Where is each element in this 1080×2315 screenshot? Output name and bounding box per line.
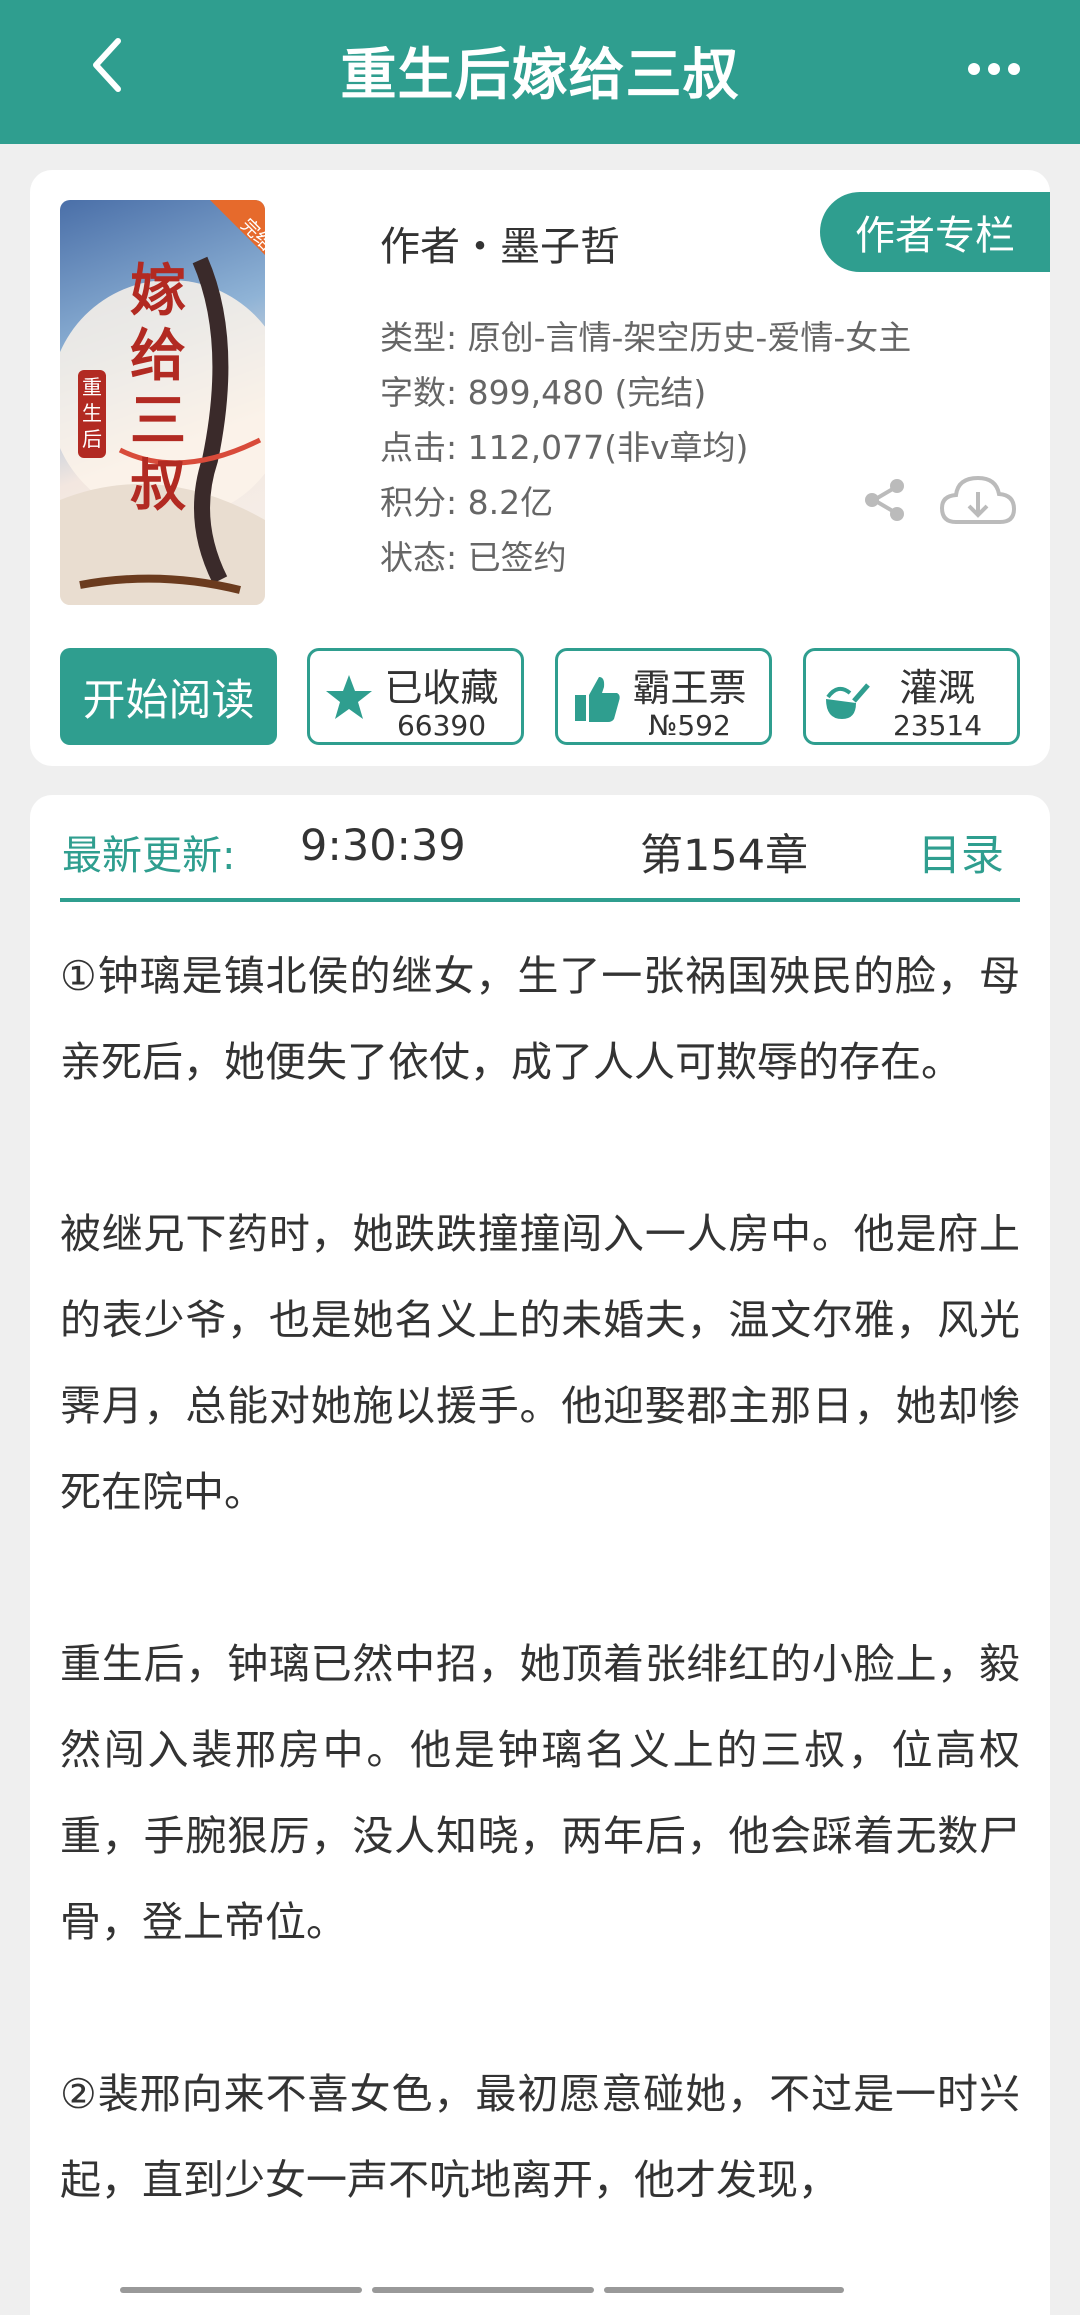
water-count: 23514 (892, 709, 983, 742)
cover-title-1: 嫁 (130, 258, 186, 324)
svg-text:生: 生 (82, 401, 102, 425)
water-label: 灌溉 (899, 666, 976, 710)
svg-text:三: 三 (130, 388, 186, 454)
info-clicks: 点击: 112,077(非v章均) (380, 428, 749, 467)
intro-paragraph: ②裴邢向来不喜女色，最初愿意碰她，不过是一时兴起，直到少女一声不吭地离开，他才发… (60, 2070, 1020, 2204)
ticket-count: №592 (648, 709, 731, 742)
toc-button[interactable]: 目录 (918, 821, 1004, 883)
cloud-download-icon (939, 475, 1017, 524)
more-button[interactable] (954, 44, 1034, 94)
ticket-button[interactable]: 霸王票 №592 (555, 648, 772, 745)
info-words: 字数: 899,480 (完结) (380, 373, 707, 412)
book-info-card: 完结 嫁 给 三 叔 重 生 后 作者・墨子哲 作者专栏 类型: 原创-言情-架… (30, 170, 1050, 766)
intro-paragraph: 被继兄下药时，她跌跌撞撞闯入一人房中。他是府上的表少爷，也是她名义上的未婚夫，温… (60, 1210, 1020, 1516)
divider (60, 898, 1020, 902)
ticket-label: 霸王票 (632, 666, 747, 710)
share-icon (865, 479, 904, 521)
cover-art: 完结 嫁 给 三 叔 重 生 后 (60, 200, 265, 605)
more-dots-icon (968, 63, 980, 75)
latest-update-label: 最新更新: (62, 833, 236, 879)
book-intro: ①钟璃是镇北侯的继女，生了一张祸国殃民的脸，母亲死后，她便失了依仗，成了人人可欺… (60, 933, 1020, 2309)
author-line[interactable]: 作者・墨子哲 (380, 214, 620, 272)
latest-update-time: 9:30:39 (300, 821, 466, 871)
page-title: 重生后嫁给三叔 (340, 43, 740, 108)
info-genre: 类型: 原创-言情-架空历史-爱情-女主 (380, 318, 912, 357)
top-bar: 重生后嫁给三叔 (0, 0, 1080, 144)
collect-label: 已收藏 (384, 666, 499, 710)
water-button[interactable]: 灌溉 23514 (803, 648, 1020, 745)
book-cover[interactable]: 完结 嫁 给 三 叔 重 生 后 (60, 200, 265, 605)
collect-count: 66390 (396, 709, 487, 742)
collect-button[interactable]: 已收藏 66390 (307, 648, 524, 745)
svg-text:给: 给 (130, 323, 186, 389)
intro-paragraph: ①钟璃是镇北侯的继女，生了一张祸国殃民的脸，母亲死后，她便失了依仗，成了人人可欺… (60, 952, 1020, 1086)
info-score: 积分: 8.2亿 (380, 483, 554, 522)
star-icon (326, 675, 372, 719)
start-reading-button[interactable]: 开始阅读 (60, 648, 277, 745)
share-button[interactable] (860, 475, 910, 525)
svg-text:重: 重 (82, 375, 102, 399)
intro-paragraph: 重生后，钟璃已然中招，她顶着张绯红的小脸上，毅然闯入裴邢房中。他是钟璃名义上的三… (60, 1640, 1020, 1946)
book-info-list: 类型: 原创-言情-架空历史-爱情-女主 字数: 899,480 (完结) 点击… (380, 310, 911, 585)
info-status: 状态: 已签约 (380, 538, 567, 577)
latest-chapter-link[interactable]: 第154章 (640, 821, 808, 883)
thumbs-up-icon (575, 677, 620, 722)
svg-text:叔: 叔 (130, 453, 186, 519)
author-column-button[interactable]: 作者专栏 (820, 192, 1050, 272)
watering-can-icon (826, 683, 870, 719)
svg-text:后: 后 (82, 427, 102, 451)
download-button[interactable] (938, 470, 1018, 530)
intro-card: 最新更新: 9:30:39 第154章 目录 ①钟璃是镇北侯的继女，生了一张祸国… (30, 795, 1050, 2315)
